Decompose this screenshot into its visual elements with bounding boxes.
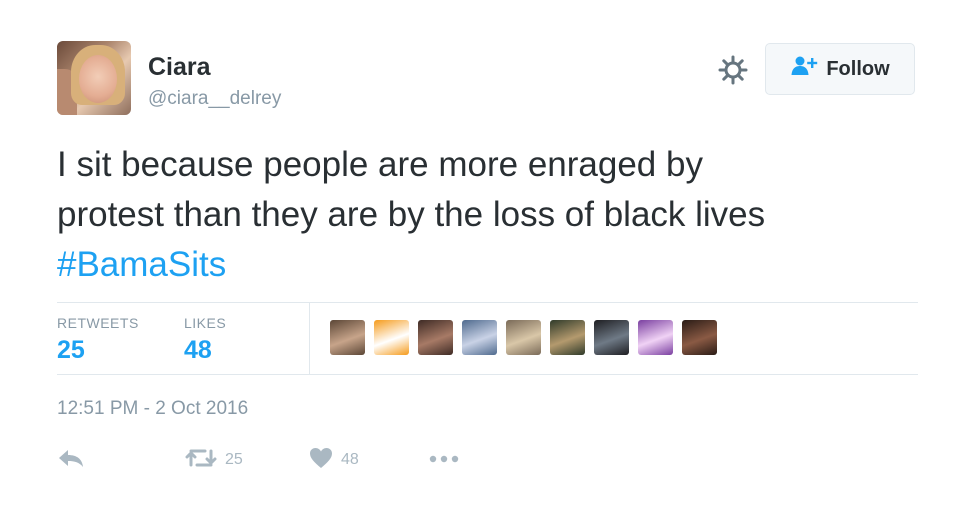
follow-button-label: Follow: [826, 57, 890, 80]
more-dots-icon: [429, 451, 459, 469]
more-button[interactable]: [429, 445, 459, 475]
liker-avatar-2[interactable]: [374, 320, 409, 355]
follow-button[interactable]: Follow: [765, 43, 915, 95]
author-handle[interactable]: @ciara__delrey: [148, 88, 281, 110]
tweet-text-line: I sit because people are more enraged by: [57, 145, 703, 184]
liker-avatars: [330, 320, 717, 355]
tweet-text-line: protest than they are by the loss of bla…: [57, 195, 766, 234]
like-count: 48: [341, 451, 359, 468]
retweet-button[interactable]: 25: [185, 445, 243, 475]
add-user-icon: [790, 55, 818, 83]
author-avatar[interactable]: [57, 41, 131, 115]
liker-avatar-9[interactable]: [682, 320, 717, 355]
retweet-count: 25: [225, 451, 243, 468]
liker-avatar-3[interactable]: [418, 320, 453, 355]
likes-count[interactable]: 48: [184, 336, 212, 365]
tweet-card: Ciara @ciara__delrey Follow I sit becaus…: [0, 0, 980, 520]
liker-avatar-4[interactable]: [462, 320, 497, 355]
liker-avatar-1[interactable]: [330, 320, 365, 355]
hashtag-link[interactable]: #BamaSits: [57, 240, 927, 290]
retweet-icon: [185, 447, 217, 474]
avatar-face: [79, 55, 117, 103]
liker-avatar-7[interactable]: [594, 320, 629, 355]
divider: [57, 302, 918, 303]
likes-label: LIKES: [184, 315, 227, 331]
heart-icon: [309, 447, 333, 474]
like-button[interactable]: 48: [309, 445, 359, 475]
divider: [57, 374, 918, 375]
retweets-label: RETWEETS: [57, 315, 139, 331]
timestamp[interactable]: 12:51 PM - 2 Oct 2016: [57, 398, 248, 420]
author-name[interactable]: Ciara: [148, 53, 211, 82]
liker-avatar-8[interactable]: [638, 320, 673, 355]
gear-icon[interactable]: [717, 54, 749, 86]
liker-avatar-5[interactable]: [506, 320, 541, 355]
stats-divider: [309, 303, 310, 374]
retweets-count[interactable]: 25: [57, 336, 85, 365]
liker-avatar-6[interactable]: [550, 320, 585, 355]
tweet-text: I sit because people are more enraged by…: [57, 140, 927, 290]
reply-button[interactable]: [57, 445, 85, 475]
reply-icon: [57, 447, 85, 474]
